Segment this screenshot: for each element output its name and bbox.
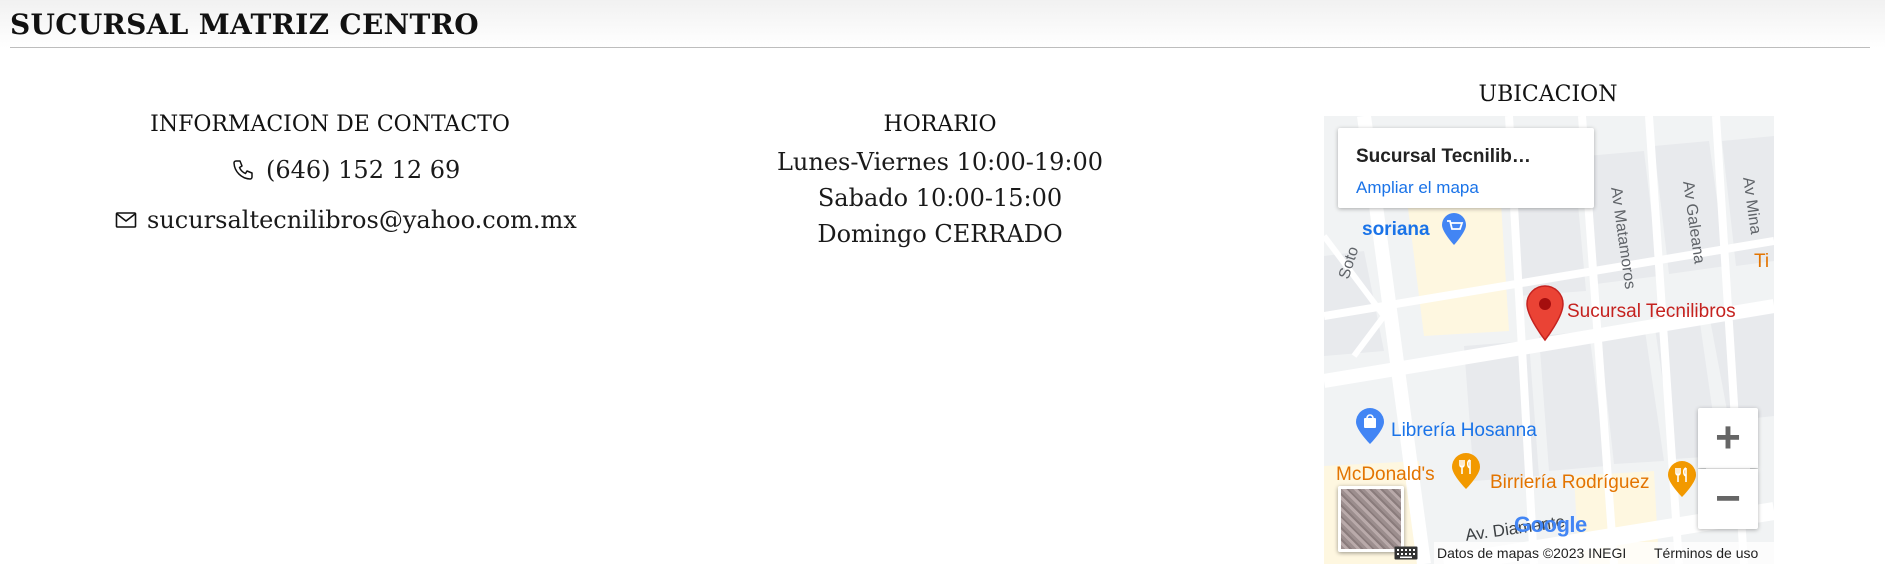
place-card: Sucursal Tecnilib… Ampliar el mapa: [1338, 128, 1594, 208]
horario-line: Domingo CERRADO: [817, 220, 1063, 248]
ubicacion-heading: UBICACION: [1478, 82, 1618, 107]
email-row[interactable]: sucursaltecnilibros@yahoo.com.mx: [115, 206, 577, 234]
restaurant-icon: [1452, 453, 1480, 489]
page-title: SUCURSAL MATRIZ CENTRO: [10, 8, 479, 41]
poi-label: Ti: [1754, 251, 1770, 272]
zoom-in-button[interactable]: +: [1698, 408, 1758, 468]
google-logo: Google: [1514, 512, 1587, 537]
poi-label[interactable]: Librería Hosanna: [1391, 420, 1537, 442]
poi-label[interactable]: Birriería Rodríguez: [1490, 472, 1649, 494]
poi-label[interactable]: McDonald's: [1336, 464, 1435, 486]
email-address[interactable]: sucursaltecnilibros@yahoo.com.mx: [147, 206, 577, 234]
embedded-map[interactable]: Av Matamoros Av Galeana Av Mina Soto Av.…: [1324, 116, 1774, 564]
cart-icon: [1442, 213, 1466, 245]
horario-line: Lunes-Viernes 10:00-19:00: [776, 148, 1104, 176]
shopping-bag-icon: [1356, 408, 1384, 444]
map-pin-icon[interactable]: [1524, 284, 1566, 342]
phone-icon: [233, 160, 253, 180]
header-divider: [10, 47, 1870, 48]
map-attribution-bar: Datos de mapas ©2023 INEGI Términos de u…: [1324, 542, 1774, 564]
horario-line: Sabado 10:00-15:00: [817, 184, 1063, 212]
pin-label: Sucursal Tecnilibros: [1567, 301, 1736, 322]
zoom-out-button[interactable]: −: [1698, 469, 1758, 529]
restaurant-icon: [1668, 461, 1696, 497]
phone-number[interactable]: (646) 152 12 69: [266, 156, 460, 184]
terms-link[interactable]: Términos de uso: [1654, 545, 1758, 561]
keyboard-icon[interactable]: [1394, 546, 1418, 560]
poi-label[interactable]: soriana: [1362, 219, 1430, 241]
place-card-name: Sucursal Tecnilib…: [1356, 146, 1531, 167]
phone-row[interactable]: (646) 152 12 69: [232, 156, 460, 184]
mail-icon: [115, 212, 137, 228]
enlarge-map-link[interactable]: Ampliar el mapa: [1356, 178, 1479, 198]
map-data-attribution: Datos de mapas ©2023 INEGI: [1437, 545, 1627, 561]
contact-heading: INFORMACION DE CONTACTO: [150, 112, 510, 137]
horario-heading: HORARIO: [883, 112, 997, 137]
